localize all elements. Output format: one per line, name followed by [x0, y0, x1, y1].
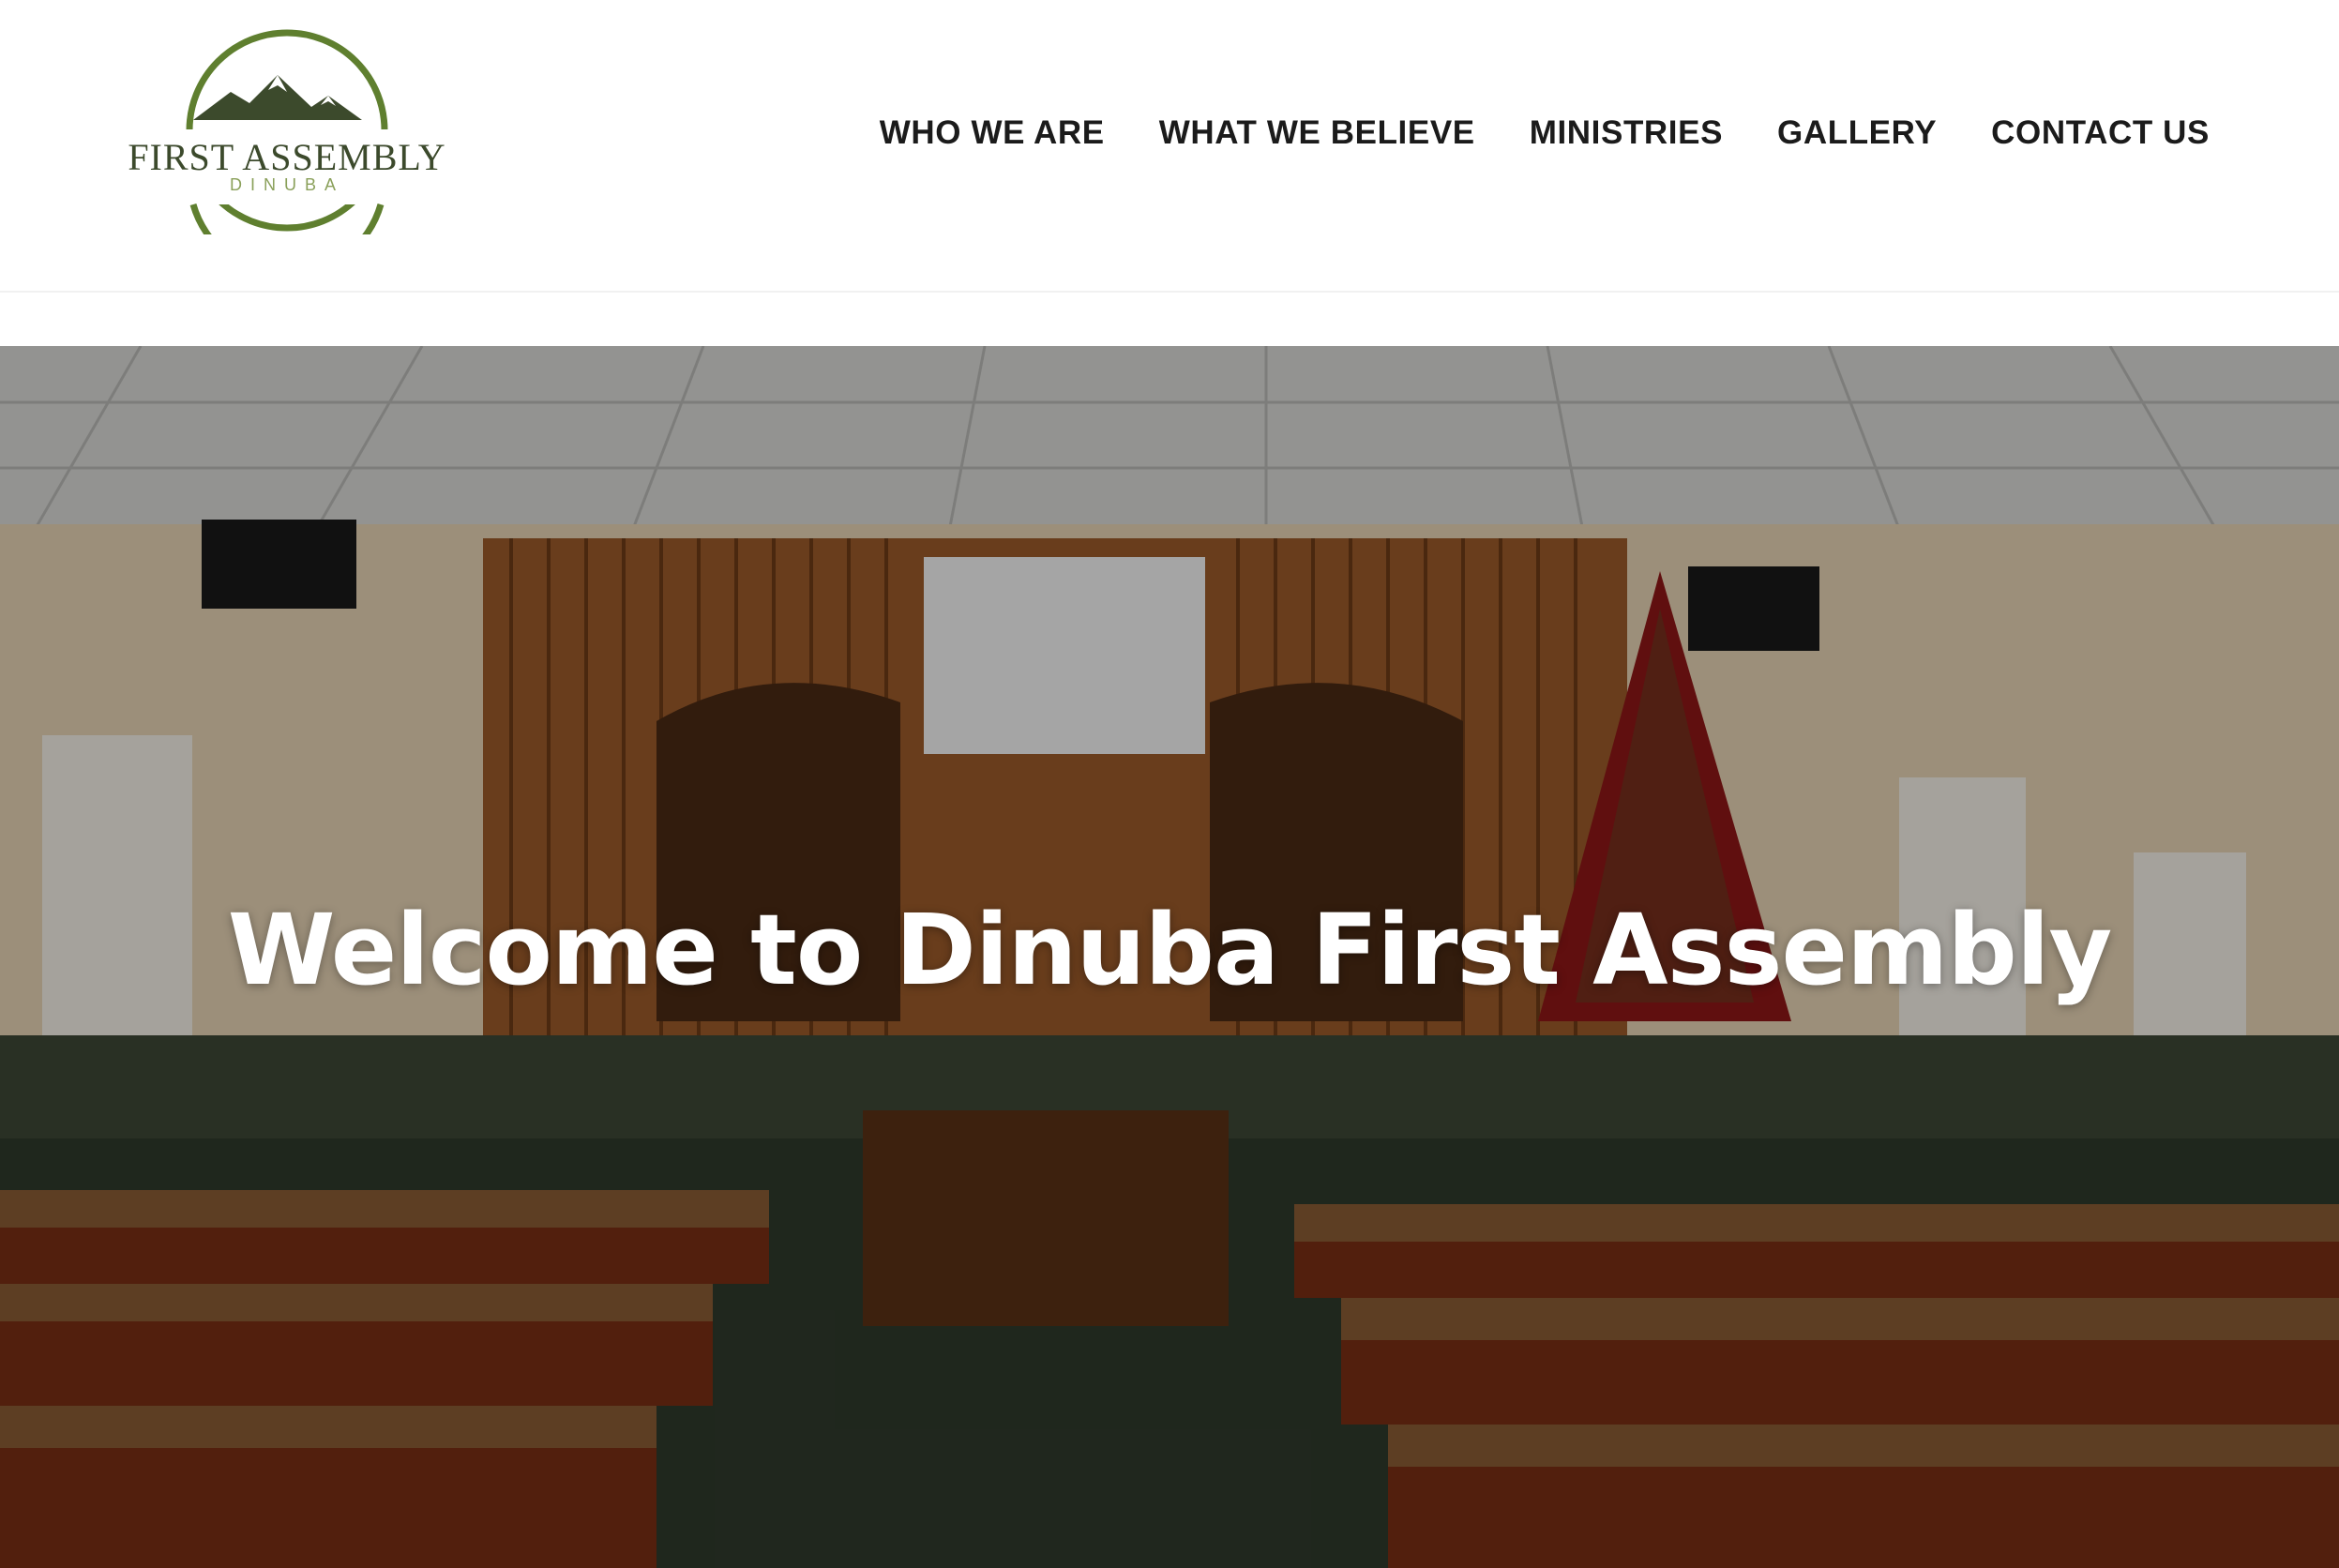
nav-ministries[interactable]: MINISTRIES — [1530, 114, 1723, 152]
hero-section: Welcome to Dinuba First Assembly — [0, 346, 2339, 1568]
nav-who-we-are[interactable]: WHO WE ARE — [880, 114, 1105, 152]
site-logo[interactable]: FIRST ASSEMBLY DINUBA — [128, 26, 446, 234]
nav-contact-us[interactable]: CONTACT US — [1991, 114, 2210, 152]
logo-name-text: FIRST ASSEMBLY — [128, 136, 445, 178]
nav-gallery[interactable]: GALLERY — [1777, 114, 1937, 152]
logo-location-text: DINUBA — [230, 175, 344, 194]
hero-title: Welcome to Dinuba First Assembly — [227, 893, 2113, 1007]
site-header: FIRST ASSEMBLY DINUBA WHO WE ARE WHAT WE… — [0, 0, 2339, 293]
logo-emblem: FIRST ASSEMBLY DINUBA — [128, 29, 446, 234]
nav-what-we-believe[interactable]: WHAT WE BELIEVE — [1159, 114, 1475, 152]
header-spacer — [0, 293, 2339, 346]
main-nav: WHO WE ARE WHAT WE BELIEVE MINISTRIES GA… — [880, 105, 2210, 161]
